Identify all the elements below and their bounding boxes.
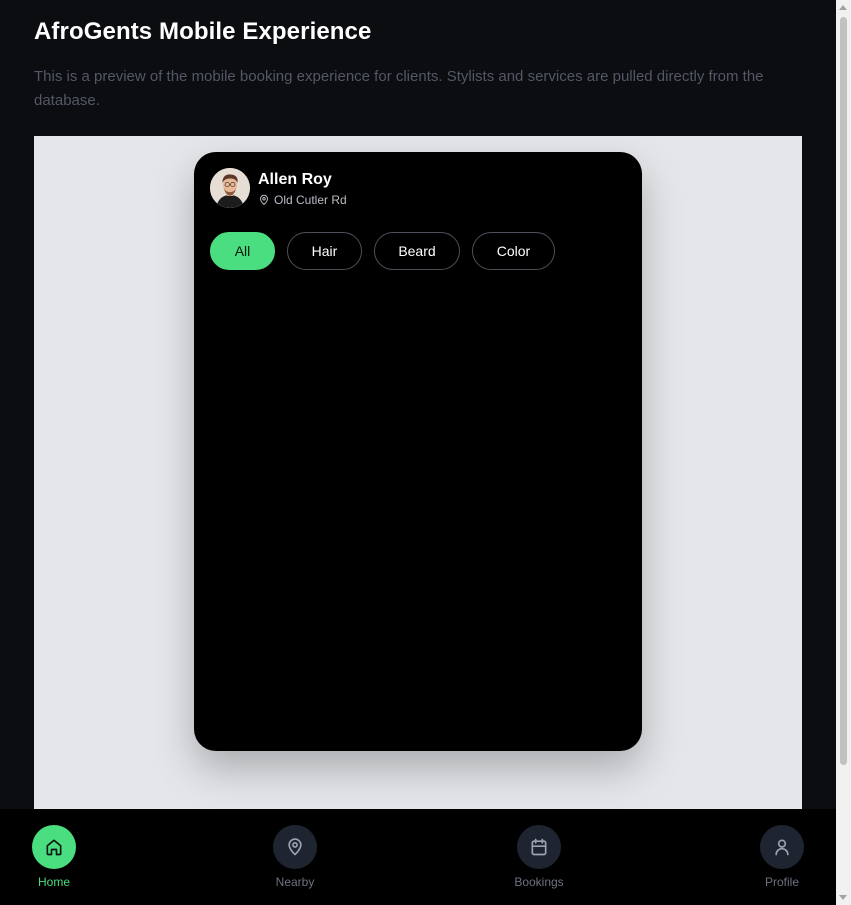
home-icon (46, 839, 62, 856)
nav-label-bookings: Bookings (514, 875, 564, 889)
scroll-up-arrow-icon[interactable] (839, 5, 847, 10)
bottom-nav: Home Nearby Bookings Profile (0, 809, 836, 905)
user-icon (775, 839, 789, 856)
nav-item-home[interactable]: Home (14, 825, 94, 889)
avatar[interactable] (210, 168, 250, 208)
scroll-down-arrow-icon[interactable] (839, 895, 847, 900)
user-name: Allen Roy (258, 171, 332, 188)
chip-all[interactable]: All (210, 232, 275, 270)
phone-frame: Allen Roy Old Cutler Rd All Hair Beard C… (194, 152, 642, 751)
vertical-scrollbar[interactable] (836, 0, 851, 905)
calendar-icon (531, 838, 547, 856)
nav-label-nearby: Nearby (275, 875, 315, 889)
location-label: Old Cutler Rd (274, 193, 347, 207)
page: AfroGents Mobile Experience This is a pr… (0, 0, 836, 905)
user-photo-icon (210, 168, 250, 208)
category-filter-chips: All Hair Beard Color (210, 232, 555, 270)
nav-item-bookings[interactable]: Bookings (499, 825, 579, 889)
chip-beard[interactable]: Beard (374, 232, 460, 270)
page-title: AfroGents Mobile Experience (34, 18, 372, 45)
nav-nearby-circle (273, 825, 317, 869)
chip-hair[interactable]: Hair (287, 232, 362, 270)
nav-bookings-circle (517, 825, 561, 869)
user-location: Old Cutler Rd (258, 193, 347, 207)
nav-label-profile: Profile (764, 875, 799, 889)
nav-item-profile[interactable]: Profile (742, 825, 822, 889)
nav-label-home: Home (37, 875, 70, 889)
nav-home-circle (32, 825, 76, 869)
nav-profile-circle (760, 825, 804, 869)
mobile-preview-area: Allen Roy Old Cutler Rd All Hair Beard C… (34, 136, 802, 809)
map-pin-icon (288, 838, 302, 856)
scroll-thumb[interactable] (840, 17, 847, 765)
nav-item-nearby[interactable]: Nearby (255, 825, 335, 889)
chip-color[interactable]: Color (472, 232, 555, 270)
map-pin-icon (260, 194, 268, 205)
page-description: This is a preview of the mobile booking … (34, 68, 764, 109)
